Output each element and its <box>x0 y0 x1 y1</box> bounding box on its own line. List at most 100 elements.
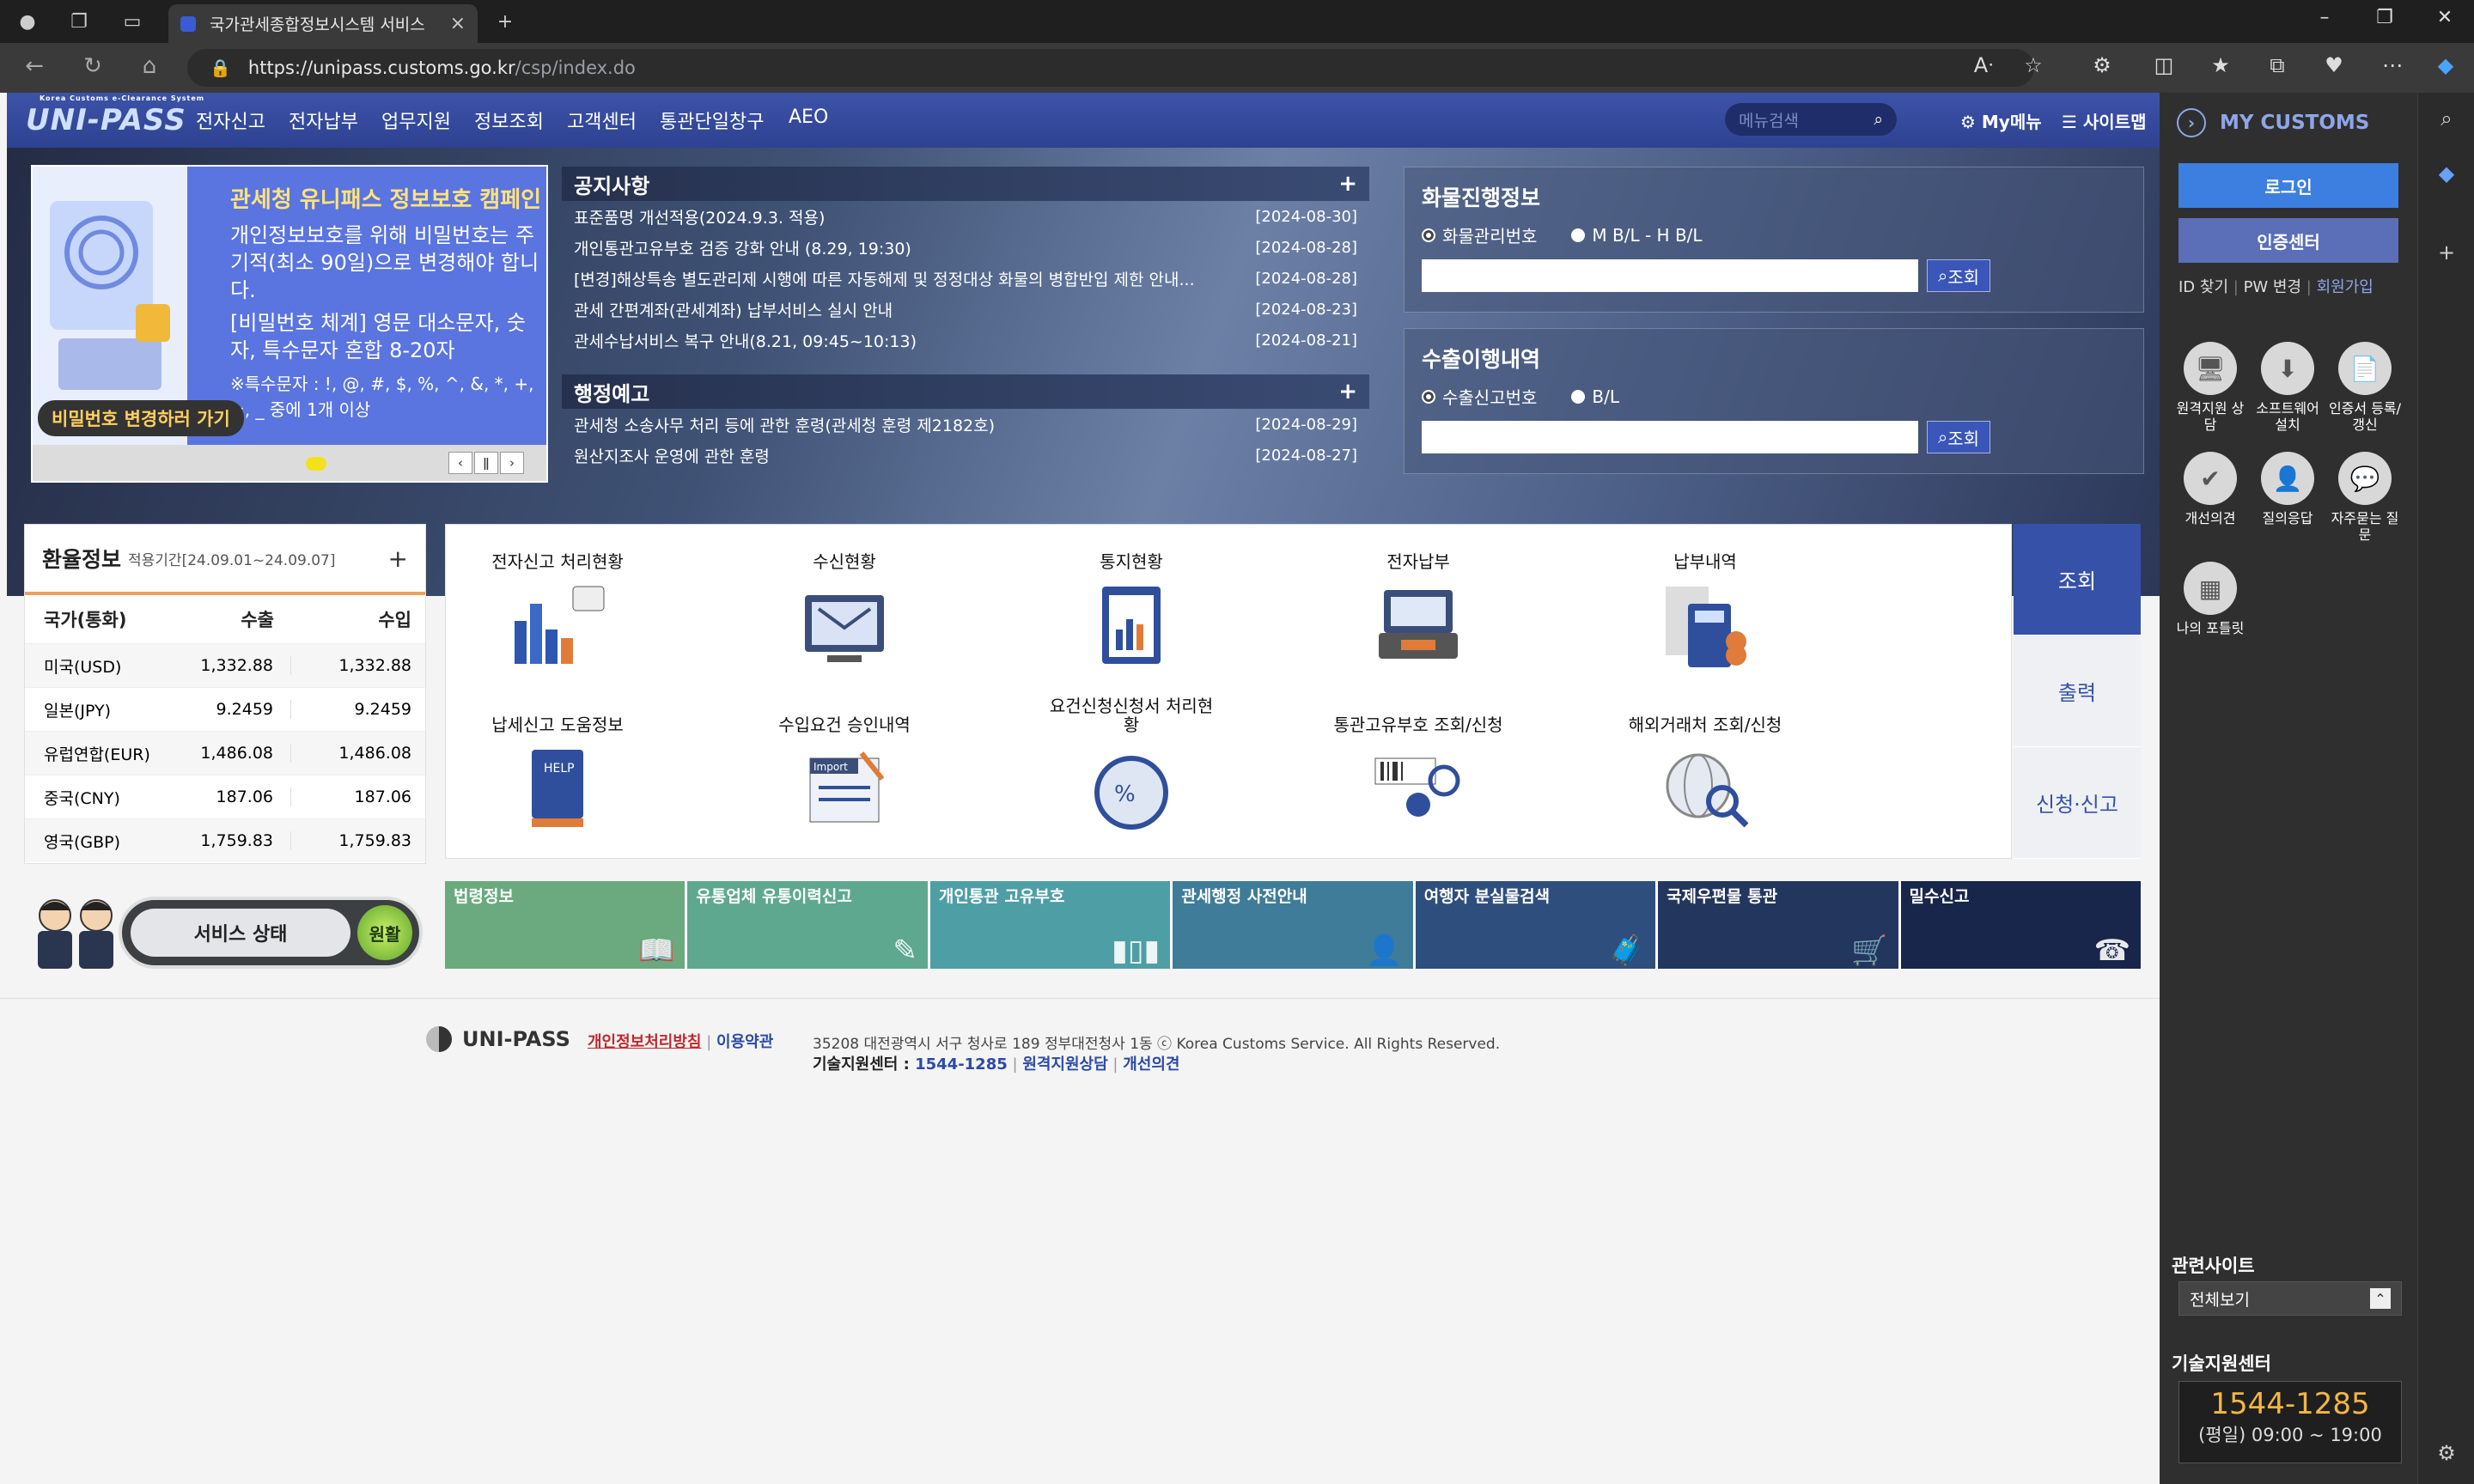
find-id-link[interactable]: ID 찾기 <box>2178 278 2228 296</box>
quick-tax-help[interactable]: 납세신고 도움정보 HELP <box>472 696 643 839</box>
active-tab[interactable]: 국가관세종합정보시스템 서비스 × <box>168 4 478 43</box>
menu-customer-center[interactable]: 고객센터 <box>567 106 637 134</box>
notice-item[interactable]: 관세수납서비스 복구 안내(8.21, 09:45~10:13) [2024-08… <box>562 325 1369 356</box>
menu-e-declaration[interactable]: 전자신고 <box>196 106 265 134</box>
notice-item[interactable]: 관세 간편계좌(관세계좌) 납부서비스 실시 안내 [2024-08-23] <box>562 294 1369 325</box>
quick-requirement-status[interactable]: 요건신청신청서 처리현황% <box>1045 696 1217 839</box>
admin-item[interactable]: 원산지조사 운영에 관한 훈령 [2024-08-27] <box>562 440 1369 471</box>
back-icon[interactable]: ← <box>19 53 50 79</box>
home-icon[interactable]: ⌂ <box>134 53 165 79</box>
qna-item[interactable]: 👤 질의응답 <box>2249 452 2326 526</box>
notice-more-icon[interactable]: + <box>1338 171 1357 197</box>
menu-single-window[interactable]: 통관단일창구 <box>660 106 764 134</box>
minimize-icon[interactable]: – <box>2307 7 2342 28</box>
link-intl-mail[interactable]: 국제우편물 통관 🛒 <box>1658 881 1901 969</box>
login-button[interactable]: 로그인 <box>2178 163 2398 208</box>
cert-center-button[interactable]: 인증센터 <box>2178 218 2398 263</box>
menu-e-payment[interactable]: 전자납부 <box>289 106 358 134</box>
new-tab-icon[interactable]: + <box>491 8 519 35</box>
export-number-input[interactable] <box>1422 421 1918 453</box>
software-install-item[interactable]: ⬇ 소프트웨어 설치 <box>2249 342 2326 433</box>
favorite-star-icon[interactable]: ☆ <box>2017 53 2050 77</box>
menu-search-input[interactable]: 메뉴검색 ⌕ <box>1725 103 1897 136</box>
extensions-icon[interactable]: ⚙ <box>2086 53 2118 77</box>
sitemap-link[interactable]: ☰ 사이트맵 <box>2062 108 2147 133</box>
tab-apply[interactable]: 신청·신고 <box>2014 747 2141 859</box>
tab-lookup[interactable]: 조회 <box>2014 524 2141 636</box>
quick-receive-status[interactable]: 수신현황 <box>759 533 930 676</box>
close-tab-icon[interactable]: × <box>450 13 466 34</box>
admin-more-icon[interactable]: + <box>1338 379 1357 404</box>
close-window-icon[interactable]: ✕ <box>2428 7 2462 28</box>
cargo-number-input[interactable] <box>1422 259 1918 292</box>
notice-item[interactable]: [변경]해상특송 별도관리제 시행에 따른 자동해제 및 정정대상 화물의 병합… <box>562 263 1369 294</box>
search-icon[interactable]: ⌕ <box>1874 110 1883 129</box>
link-law-info[interactable]: 법령정보 📖 <box>445 881 688 969</box>
quick-payment-history[interactable]: 납부내역 <box>1619 533 1791 676</box>
remote-support-item[interactable]: 🖥 원격지원 상담 <box>2172 342 2249 433</box>
menu-work-support[interactable]: 업무지원 <box>381 106 451 134</box>
link-pre-guide[interactable]: 관세행정 사전안내 👤 <box>1173 881 1416 969</box>
my-portlet-item[interactable]: ▦ 나의 포틀릿 <box>2172 562 2249 636</box>
faq-item[interactable]: 💬 자주묻는 질문 <box>2326 452 2404 543</box>
my-menu-link[interactable]: ⚙ My메뉴 <box>1960 108 2042 133</box>
add-icon[interactable]: + <box>2434 240 2459 265</box>
change-password-button[interactable]: 비밀번호 변경하러 가기 <box>38 400 244 436</box>
prev-icon[interactable]: ‹ <box>448 452 472 474</box>
privacy-policy-link[interactable]: 개인정보처리방침 <box>588 1033 701 1051</box>
cargo-search-button[interactable]: ⌕ 조회 <box>1927 259 1991 292</box>
collections-icon[interactable]: ⧉ <box>2261 53 2294 77</box>
next-icon[interactable]: › <box>500 452 524 474</box>
profile-icon[interactable]: ● <box>14 8 41 35</box>
service-status-pill[interactable]: 서비스 상태 원활 <box>119 897 423 969</box>
settings-gear-icon[interactable]: ⚙ <box>2434 1441 2459 1465</box>
tag-icon[interactable]: ◆ <box>2434 161 2459 186</box>
link-lost-found[interactable]: 여행자 분실물검색 🧳 <box>1415 881 1659 969</box>
export-search-button[interactable]: ⌕ 조회 <box>1927 421 1991 453</box>
url-field[interactable]: 🔒 https://unipass.customs.go.kr/csp/inde… <box>187 49 2034 87</box>
tab-actions-icon[interactable]: ▭ <box>119 8 146 35</box>
pause-icon[interactable]: ǁ <box>474 452 498 474</box>
quick-customs-code[interactable]: 통관고유부호 조회/신청 <box>1332 696 1504 839</box>
campaign-banner[interactable]: 관세청 유니패스 정보보호 캠페인 개인정보보호를 위해 비밀번호는 주기적(최… <box>31 165 548 483</box>
notice-item[interactable]: 표준품명 개선적용(2024.9.3. 적용) [2024-08-30] <box>562 201 1369 232</box>
link-distribution[interactable]: 유통업체 유통이력신고 ✎ <box>687 881 930 969</box>
collapse-icon[interactable]: › <box>2177 108 2206 137</box>
feedback-item[interactable]: ✔ 개선의견 <box>2172 452 2249 526</box>
quick-overseas-partner[interactable]: 해외거래처 조회/신청 <box>1619 696 1791 839</box>
favorites-icon[interactable]: ★ <box>2204 53 2237 77</box>
refresh-icon[interactable]: ↻ <box>77 53 108 79</box>
quick-e-decl-status[interactable]: 전자신고 처리현황 <box>472 533 643 676</box>
quick-import-approval[interactable]: 수입요건 승인내역 Import <box>759 696 930 839</box>
related-sites-select[interactable]: 전체보기 ⌃ <box>2178 1281 2402 1316</box>
exchange-more-icon[interactable]: + <box>388 544 408 573</box>
export-radio-decl[interactable]: 수출신고번호 <box>1422 384 1537 409</box>
quick-e-payment[interactable]: 전자납부 <box>1332 533 1504 676</box>
copilot-icon[interactable]: ◆ <box>2429 53 2462 77</box>
link-personal-code[interactable]: 개인통관 고유부호 ▮▯▮ <box>929 881 1173 969</box>
menu-info-lookup[interactable]: 정보조회 <box>474 106 544 134</box>
search-icon[interactable]: ⌕ <box>2434 106 2459 131</box>
more-icon[interactable]: ⋯ <box>2376 53 2409 77</box>
certificate-item[interactable]: 📄 인증서 등록/갱신 <box>2326 342 2404 433</box>
restore-icon[interactable]: ❐ <box>2367 7 2402 28</box>
tab-print[interactable]: 출력 <box>2014 636 2141 747</box>
export-radio-bl[interactable]: B/L <box>1571 384 1619 409</box>
remote-support-link[interactable]: 원격지원상담 <box>1022 1055 1107 1073</box>
banner-indicator[interactable] <box>306 457 326 471</box>
admin-item[interactable]: 관세청 소송사무 처리 등에 관한 훈령(관세청 훈령 제2182호) [2024… <box>562 409 1369 440</box>
unipass-logo[interactable]: Korea Customs e-Clearance System UNI-PASS <box>26 94 204 137</box>
menu-aeo[interactable]: AEO <box>789 106 828 128</box>
join-link[interactable]: 회원가입 <box>2317 278 2373 296</box>
quick-notice-status[interactable]: 통지현황 <box>1045 533 1217 676</box>
performance-icon[interactable]: ♥ <box>2318 53 2350 77</box>
cargo-radio-mgmt[interactable]: 화물관리번호 <box>1422 222 1537 247</box>
pw-change-link[interactable]: PW 변경 <box>2244 278 2302 296</box>
terms-link[interactable]: 이용약관 <box>716 1033 773 1051</box>
read-aloud-icon[interactable]: Aᐧ <box>1967 53 2000 77</box>
notice-item[interactable]: 개인통관고유부호 검증 강화 안내 (8.29, 19:30) [2024-08-… <box>562 232 1369 263</box>
cargo-radio-bl[interactable]: M B/L - H B/L <box>1571 222 1703 247</box>
link-smuggling-report[interactable]: 밀수신고 ☎ <box>1900 881 2141 969</box>
workspaces-icon[interactable]: ❐ <box>65 8 93 35</box>
split-screen-icon[interactable]: ◫ <box>2148 53 2180 77</box>
